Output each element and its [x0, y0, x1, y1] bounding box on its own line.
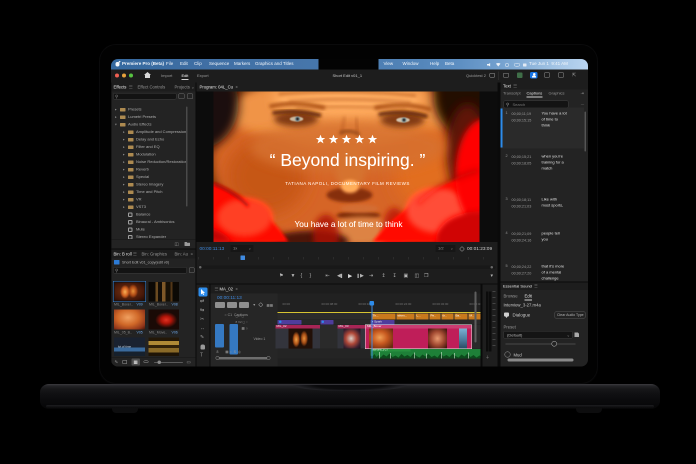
svg-text:TATIANA NAPOLI, DOCUMENTARY FI: TATIANA NAPOLI, DOCUMENTARY FILM REVIEWS	[285, 181, 410, 186]
svg-text:“ Beyond inspiring. ”: “ Beyond inspiring. ”	[269, 150, 425, 170]
svg-text:You have a lot of time to thin: You have a lot of time to think	[294, 220, 403, 229]
